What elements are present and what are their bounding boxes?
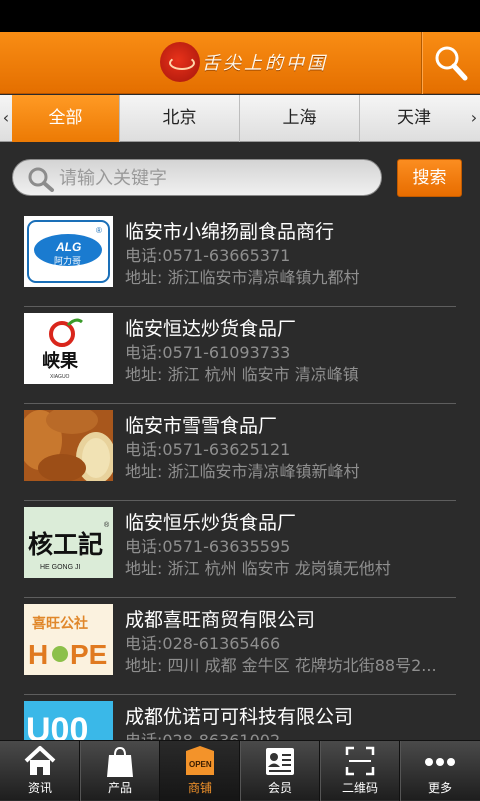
category-left-arrow[interactable]: ‹ — [0, 95, 12, 142]
svg-text:U00: U00 — [26, 711, 88, 740]
svg-text:PE: PE — [70, 639, 107, 670]
tab-shops[interactable]: OPEN 商铺 — [160, 741, 240, 801]
shopping-bag-icon — [107, 746, 133, 777]
bottom-tab-bar: 资讯 产品 OPEN 商铺 会员 二维码 更多 — [0, 740, 480, 801]
store-address: 地址: 浙江 杭州 临安市 龙岗镇无他村 — [125, 559, 391, 578]
search-input[interactable] — [59, 164, 369, 192]
tab-label: 资讯 — [27, 781, 52, 795]
store-name: 临安恒乐炒货食品厂 — [125, 512, 297, 534]
status-bar — [0, 0, 480, 32]
tab-label: 产品 — [107, 781, 132, 795]
svg-text:XIAGUO: XIAGUO — [50, 374, 70, 380]
store-item[interactable]: 峡果 XIAGUO 临安恒达炒货食品厂 电话:0571-61093733 地址:… — [24, 307, 456, 404]
store-item[interactable]: ALG 阿力哥 ® 临安市小绵扬副食品商行 电话:0571-63665371 地… — [24, 210, 456, 307]
tab-label: 二维码 — [341, 781, 378, 795]
tab-members[interactable]: 会员 — [240, 741, 320, 801]
svg-text:核工記: 核工記 — [28, 530, 103, 559]
tab-label: 会员 — [267, 781, 292, 795]
store-name: 临安市雪雪食品厂 — [125, 415, 278, 437]
open-shop-icon: OPEN — [186, 746, 214, 775]
category-tab-beijing[interactable]: 北京 — [120, 95, 240, 142]
category-tab-shanghai[interactable]: 上海 — [240, 95, 360, 142]
search-icon — [435, 46, 468, 81]
tab-label: 商铺 — [187, 781, 212, 795]
store-address: 地址: 浙江临安市清凉峰镇新峰村 — [125, 462, 360, 481]
tab-news[interactable]: 资讯 — [0, 741, 80, 801]
more-icon — [425, 758, 455, 766]
app-logo: 舌尖上的中国 — [160, 42, 328, 82]
store-photo — [24, 410, 113, 481]
store-address: 地址: 四川 成都 金牛区 花牌坊北街88号2... — [125, 656, 437, 675]
search-box — [12, 159, 382, 196]
qr-scan-icon — [345, 746, 375, 776]
search-icon — [28, 167, 54, 192]
logo-emblem — [160, 42, 200, 82]
svg-text:OPEN: OPEN — [189, 760, 212, 769]
tab-qrcode[interactable]: 二维码 — [320, 741, 400, 801]
store-logo: U00 — [24, 701, 113, 740]
home-icon — [24, 746, 56, 775]
store-logo: 核工記 HE GONG JI ® — [24, 507, 113, 578]
tab-products[interactable]: 产品 — [80, 741, 160, 801]
app-title: 舌尖上的中国 — [202, 53, 328, 74]
tab-label: 更多 — [427, 781, 452, 795]
svg-text:ALG: ALG — [55, 240, 81, 254]
store-phone: 电话:0571-63635595 — [125, 537, 291, 556]
svg-text:®: ® — [104, 521, 110, 529]
category-bar: ‹ 全部 北京 上海 天津 › — [0, 95, 480, 142]
search-row: 搜索 — [0, 143, 480, 209]
member-card-icon — [266, 748, 294, 775]
store-logo: ALG 阿力哥 ® — [24, 216, 113, 287]
store-address: 地址: 浙江 杭州 临安市 清凉峰镇 — [125, 365, 359, 384]
store-item[interactable]: U00 成都优诺可可科技有限公司 电话:028-86361002 — [24, 695, 456, 740]
search-button[interactable]: 搜索 — [397, 159, 462, 197]
store-name: 临安恒达炒货食品厂 — [125, 318, 297, 340]
store-name: 成都优诺可可科技有限公司 — [125, 706, 354, 728]
tab-more[interactable]: 更多 — [400, 741, 480, 801]
category-tab-all[interactable]: 全部 — [12, 95, 120, 142]
svg-text:H: H — [28, 639, 48, 670]
store-phone: 电话:028-61365466 — [125, 634, 281, 653]
category-right-arrow[interactable]: › — [468, 95, 480, 142]
store-phone: 电话:028-86361002 — [125, 727, 280, 740]
store-name: 临安市小绵扬副食品商行 — [125, 221, 335, 243]
store-address: 地址: 浙江临安市清凉峰镇九都村 — [125, 268, 360, 287]
store-item[interactable]: 临安市雪雪食品厂 电话:0571-63625121 地址: 浙江临安市清凉峰镇新… — [24, 404, 456, 501]
svg-text:峡果: 峡果 — [42, 350, 79, 372]
category-tab-tianjin[interactable]: 天津 — [360, 95, 468, 142]
store-phone: 电话:0571-61093733 — [125, 343, 291, 362]
header-search-button[interactable] — [422, 32, 480, 94]
svg-text:阿力哥: 阿力哥 — [54, 255, 81, 267]
store-list: ALG 阿力哥 ® 临安市小绵扬副食品商行 电话:0571-63665371 地… — [0, 210, 480, 740]
app-header: 舌尖上的中国 — [0, 32, 480, 94]
store-phone: 电话:0571-63665371 — [125, 246, 291, 265]
svg-text:喜旺公社: 喜旺公社 — [32, 615, 88, 632]
svg-text:®: ® — [96, 226, 102, 235]
store-phone: 电话:0571-63625121 — [125, 440, 291, 459]
store-item[interactable]: 核工記 HE GONG JI ® 临安恒乐炒货食品厂 电话:0571-63635… — [24, 501, 456, 598]
store-logo: 峡果 XIAGUO — [24, 313, 113, 384]
store-name: 成都喜旺商贸有限公司 — [125, 609, 316, 631]
store-logo: 喜旺公社 H PE — [24, 604, 113, 675]
store-item[interactable]: 喜旺公社 H PE 成都喜旺商贸有限公司 电话:028-61365466 地址:… — [24, 598, 456, 695]
svg-text:HE GONG JI: HE GONG JI — [40, 564, 81, 571]
